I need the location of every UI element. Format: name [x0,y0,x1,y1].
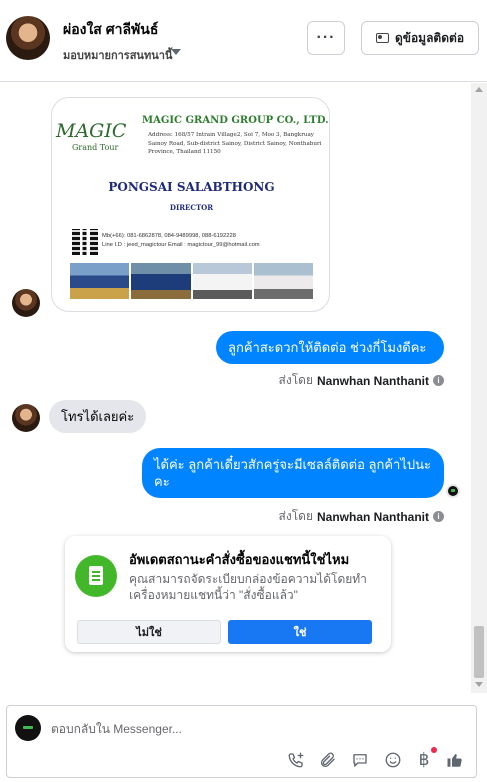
sent-by-agent: Nanwhan Nanthanit [316,509,429,524]
info-icon[interactable]: i [433,511,444,522]
paperclip-icon[interactable] [317,749,339,771]
contact-name[interactable]: ผ่องใส ศาลีพันธ์ [63,19,158,41]
chevron-down-icon[interactable] [171,49,181,55]
card-address: Address: 168/57 Intrain Village2, Soi 7,… [148,132,322,155]
thread-scrollbar[interactable] [471,83,487,693]
thumbs-up-icon[interactable] [444,749,466,771]
order-status-prompt: อัพเดตสถานะคำสั่งซื้อของแชทนี้ใช่ไหม คุณ… [65,536,391,652]
emoji-icon[interactable] [382,749,404,771]
scroll-up-arrow-icon[interactable] [475,87,483,92]
sent-by-agent: Nanwhan Nanthanit [316,373,429,388]
speech-bubble-icon[interactable] [349,749,371,771]
seen-avatar-icon [446,484,460,498]
magic-logo: MAGIC [56,120,127,142]
view-contact-info-button[interactable]: ดูข้อมูลติดต่อ [361,21,479,55]
scrollbar-thumb[interactable] [474,626,484,678]
contact-card-icon [375,33,389,43]
contact-avatar[interactable] [6,16,50,60]
bus-photos [70,263,313,299]
order-prompt-title: อัพเดตสถานะคำสั่งซื้อของแชทนี้ใช่ไหม [129,552,350,567]
more-options-button[interactable]: ··· [307,21,345,55]
notification-dot [431,747,437,753]
bus-photo [131,263,191,299]
info-icon[interactable]: i [433,375,444,386]
card-job-title: DIRECTOR [169,203,214,212]
conversation-header: ผ่องใส ศาลีพันธ์ มอบหมายการสนทนานี้ ··· … [0,0,487,82]
order-document-icon [75,555,117,597]
incoming-message[interactable]: โทรได้เลยค่ะ [49,400,147,433]
card-line-email: Line I.D : jeed_magictour Email : magict… [102,242,260,248]
bus-photo [70,263,130,299]
reply-composer: ฿ [6,705,477,778]
view-contact-info-label: ดูข้อมูลติดต่อ [394,30,465,45]
contact-mini-avatar[interactable] [12,289,40,317]
sent-by-prefix: ส่งโดย [278,373,313,387]
page-avatar [15,715,41,741]
order-prompt-description: คุณสามารถจัดระเบียบกล่องข้อความได้โดยทำเ… [129,572,367,602]
card-person-name: PONGSAI SALABTHONG [108,180,275,194]
outgoing-message[interactable]: ลูกค้าสะดวกให้ติดต่อ ช่วงกี่โมงดีคะ [216,331,444,364]
scroll-down-arrow-icon[interactable] [475,682,483,687]
qr-code-icon [72,229,98,255]
business-card-image[interactable]: MAGIC Grand Tour MAGIC GRAND GROUP CO., … [51,97,330,312]
mark-ordered-button[interactable]: ใช่ [228,620,372,644]
contact-mini-avatar[interactable] [12,404,40,432]
card-company-name: MAGIC GRAND GROUP CO., LTD. [142,115,329,126]
magic-logo-subtitle: Grand Tour [72,143,119,152]
card-phones: Mb(+66): 081-6862878, 084-9489998, 088-6… [102,233,236,239]
card-contact-details: Mb(+66): 081-6862878, 084-9489998, 088-6… [102,232,322,250]
outgoing-message[interactable]: ได้ค่ะ ลูกค้าเดี๋ยวสักครู่จะมีเซลล์ติดต่… [142,448,444,498]
sent-by-label: ส่งโดย Nanwhan Nanthanit i [279,371,444,390]
reply-input[interactable] [51,719,451,739]
bus-photo [192,263,252,299]
sent-by-prefix: ส่งโดย [278,509,313,523]
sent-by-label: ส่งโดย Nanwhan Nanthanit i [279,507,444,526]
not-ordered-button[interactable]: ไม่ใช่ [77,620,221,644]
bus-photo [253,263,313,299]
assign-conversation-dropdown[interactable]: มอบหมายการสนทนานี้ [63,46,172,64]
phone-plus-icon[interactable] [285,749,307,771]
